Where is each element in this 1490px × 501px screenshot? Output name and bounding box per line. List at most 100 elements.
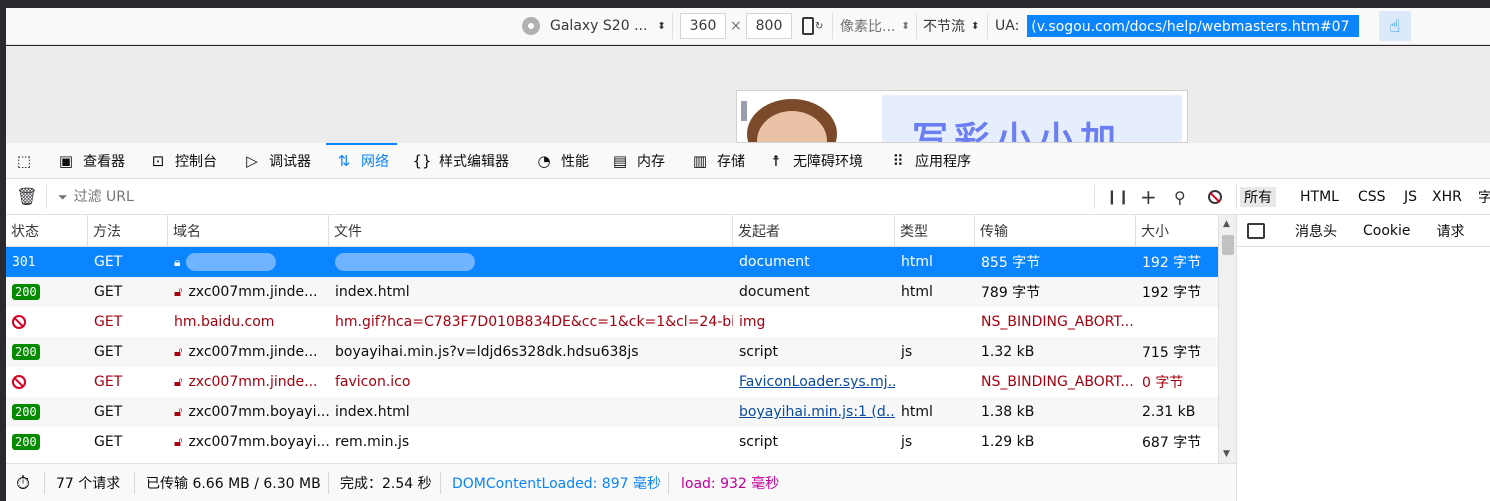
rotate-icon bbox=[802, 17, 814, 35]
tab-storage[interactable]: ▥ 存储 bbox=[690, 143, 745, 179]
tab-request[interactable]: 请求 bbox=[1437, 221, 1465, 241]
initiator-link[interactable]: FaviconLoader.sys.mj... bbox=[739, 374, 895, 390]
column-method[interactable]: 方法 bbox=[88, 215, 168, 247]
filter-type-js[interactable]: JS bbox=[1400, 187, 1421, 207]
details-tabbar: 消息头 Cookie 请求 bbox=[1237, 215, 1490, 247]
request-transfer: 1.32 kB bbox=[981, 344, 1035, 360]
request-file: favicon.ico bbox=[335, 374, 411, 390]
table-row[interactable]: 200 GET 🔓︎ zxc007mm.jinde... boyayihai.mi… bbox=[6, 337, 1218, 367]
request-method: GET bbox=[94, 344, 123, 360]
filter-type-all[interactable]: 所有 bbox=[1240, 187, 1276, 207]
tab-inspector[interactable]: ▣ 查看器 bbox=[56, 143, 125, 179]
device-selector[interactable]: Galaxy S20 ... ⬍ bbox=[522, 12, 666, 40]
search-icon[interactable]: ⚲ bbox=[1174, 179, 1186, 215]
request-size bbox=[1136, 307, 1218, 337]
insecure-lock-icon: 🔓︎ bbox=[174, 344, 183, 360]
table-row[interactable]: 200 GET 🔓︎ zxc007mm.boyayi... index.html … bbox=[6, 397, 1218, 427]
table-row[interactable]: 301 GET 🔒︎ document html 855 字节 192 字节 bbox=[6, 247, 1218, 277]
tab-network[interactable]: ⇅ 网络 bbox=[326, 143, 397, 179]
user-agent-input[interactable]: v.sogou.com/docs/help/webmasters.htm#07) bbox=[1027, 15, 1360, 37]
filter-type-css[interactable]: CSS bbox=[1354, 187, 1390, 207]
network-request-table: 状态 方法 域名 文件 发起者 类型 传输 大小 301 GET 🔒︎ docu… bbox=[6, 215, 1218, 463]
filter-type-html[interactable]: HTML bbox=[1296, 187, 1343, 207]
request-transfer: 1.29 kB bbox=[981, 434, 1035, 450]
insecure-lock-icon: 🔓︎ bbox=[174, 404, 183, 420]
request-transfer: 789 字节 bbox=[981, 285, 1041, 301]
table-row[interactable]: GET hm.baidu.com hm.gif?hca=C783F7D010B8… bbox=[6, 307, 1218, 337]
column-initiator[interactable]: 发起者 bbox=[733, 215, 895, 247]
scrollbar-thumb[interactable] bbox=[1222, 235, 1234, 255]
tab-headers[interactable]: 消息头 bbox=[1295, 221, 1337, 241]
page-viewport: 写彩小小加 bbox=[6, 46, 1490, 143]
tab-console[interactable]: ⊡ 控制台 bbox=[148, 143, 217, 179]
tab-debugger[interactable]: ▷ 调试器 bbox=[242, 143, 311, 179]
request-method: GET bbox=[94, 254, 123, 270]
tab-label: 存储 bbox=[717, 154, 745, 170]
filter-type-font[interactable]: 字 bbox=[1474, 187, 1490, 207]
devtools-panel: ⬚ ▣ 查看器 ⊡ 控制台 ▷ 调试器 ⇅ 网络 {} 样式编辑器 ◔ 性能 ▤ 内存 bbox=[6, 143, 1490, 501]
blocked-icon bbox=[12, 315, 26, 329]
chevron-updown-icon: ⬍ bbox=[901, 20, 910, 32]
table-row[interactable]: 200 GET 🔓︎ zxc007mm.boyayi... rem.min.js … bbox=[6, 427, 1218, 457]
scroll-down-icon[interactable]: ▼ bbox=[1223, 449, 1230, 459]
tab-application[interactable]: ⠿ 应用程序 bbox=[888, 143, 972, 179]
request-transfer: NS_BINDING_ABORT... bbox=[981, 314, 1134, 330]
inspector-icon: ▣ bbox=[58, 152, 74, 170]
throttle-selector[interactable]: 不节流 ⬍ bbox=[923, 12, 979, 40]
request-initiator: document bbox=[739, 284, 810, 300]
rotate-viewport-button[interactable]: ↻ bbox=[802, 12, 823, 40]
column-transfer[interactable]: 传输 bbox=[975, 215, 1136, 247]
element-picker-button[interactable]: ⬚ bbox=[14, 143, 34, 179]
trash-icon[interactable]: 🗑 bbox=[16, 179, 38, 215]
tab-accessibility[interactable]: ☨ 无障碍环境 bbox=[766, 143, 863, 179]
block-icon[interactable] bbox=[1208, 179, 1222, 215]
initiator-link[interactable]: boyayihai.min.js:1 (d... bbox=[739, 404, 895, 420]
column-type[interactable]: 类型 bbox=[895, 215, 975, 247]
filter-url-field[interactable]: ⏷ bbox=[58, 179, 1088, 215]
column-file[interactable]: 文件 bbox=[329, 215, 733, 247]
table-row[interactable]: 200 GET 🔓︎ zxc007mm.jinde... index.html d… bbox=[6, 277, 1218, 307]
request-transfer: 1.38 kB bbox=[981, 404, 1035, 420]
emulated-device-screen[interactable]: 写彩小小加 bbox=[736, 90, 1188, 143]
plus-icon[interactable]: + bbox=[1140, 179, 1157, 215]
column-size[interactable]: 大小 bbox=[1136, 215, 1218, 247]
viewport-height-input[interactable]: 800 bbox=[746, 13, 792, 39]
filter-type-xhr[interactable]: XHR bbox=[1428, 187, 1466, 207]
tab-label: 网络 bbox=[361, 154, 389, 170]
column-status[interactable]: 状态 bbox=[6, 215, 88, 247]
dpr-selector[interactable]: 像素比... ⬍ bbox=[840, 12, 910, 40]
request-type: js bbox=[901, 434, 913, 450]
chevron-updown-icon: ⬍ bbox=[657, 20, 666, 32]
transferred-size: 已传输 6.66 MB / 6.30 MB bbox=[146, 476, 321, 492]
tab-memory[interactable]: ▤ 内存 bbox=[610, 143, 665, 179]
dimension-times: × bbox=[730, 18, 742, 34]
scroll-up-icon[interactable]: ▲ bbox=[1223, 219, 1230, 229]
tab-label: 应用程序 bbox=[915, 154, 971, 170]
toggle-sidebar-icon[interactable] bbox=[1247, 222, 1265, 239]
column-domain[interactable]: 域名 bbox=[168, 215, 329, 247]
viewport-width-input[interactable]: 360 bbox=[680, 13, 726, 39]
request-details-panel: 消息头 Cookie 请求 bbox=[1236, 215, 1490, 501]
devtools-tabbar: ⬚ ▣ 查看器 ⊡ 控制台 ▷ 调试器 ⇅ 网络 {} 样式编辑器 ◔ 性能 ▤ 内存 bbox=[6, 143, 1490, 179]
request-initiator: document bbox=[739, 254, 810, 270]
table-scrollbar[interactable]: ▲ ▼ bbox=[1218, 215, 1236, 463]
request-transfer: NS_BINDING_ABORT... bbox=[981, 374, 1134, 390]
pause-icon[interactable]: ❙❙ bbox=[1106, 179, 1129, 215]
request-size: 687 字节 bbox=[1142, 435, 1202, 451]
insecure-lock-icon: 🔓︎ bbox=[174, 434, 183, 450]
status-badge: 200 bbox=[12, 284, 40, 300]
request-method: GET bbox=[94, 314, 123, 330]
tab-style-editor[interactable]: {} 样式编辑器 bbox=[412, 143, 509, 179]
status-code: 301 bbox=[12, 254, 36, 270]
status-badge: 200 bbox=[12, 434, 40, 450]
user-agent-value: v.sogou.com/docs/help/webmasters.htm#07) bbox=[1028, 16, 1359, 36]
filter-url-input[interactable] bbox=[73, 189, 974, 205]
request-domain: zxc007mm.boyayi... bbox=[188, 434, 329, 450]
table-row[interactable]: GET 🔓︎ zxc007mm.jinde... favicon.ico Favi… bbox=[6, 367, 1218, 397]
tab-cookies[interactable]: Cookie bbox=[1363, 223, 1411, 239]
console-icon: ⊡ bbox=[151, 152, 165, 170]
touch-simulation-button[interactable]: ☝ bbox=[1379, 11, 1411, 41]
stopwatch-icon[interactable]: ⏱ bbox=[16, 464, 30, 501]
tab-performance[interactable]: ◔ 性能 bbox=[534, 143, 589, 179]
request-type: html bbox=[901, 284, 933, 300]
